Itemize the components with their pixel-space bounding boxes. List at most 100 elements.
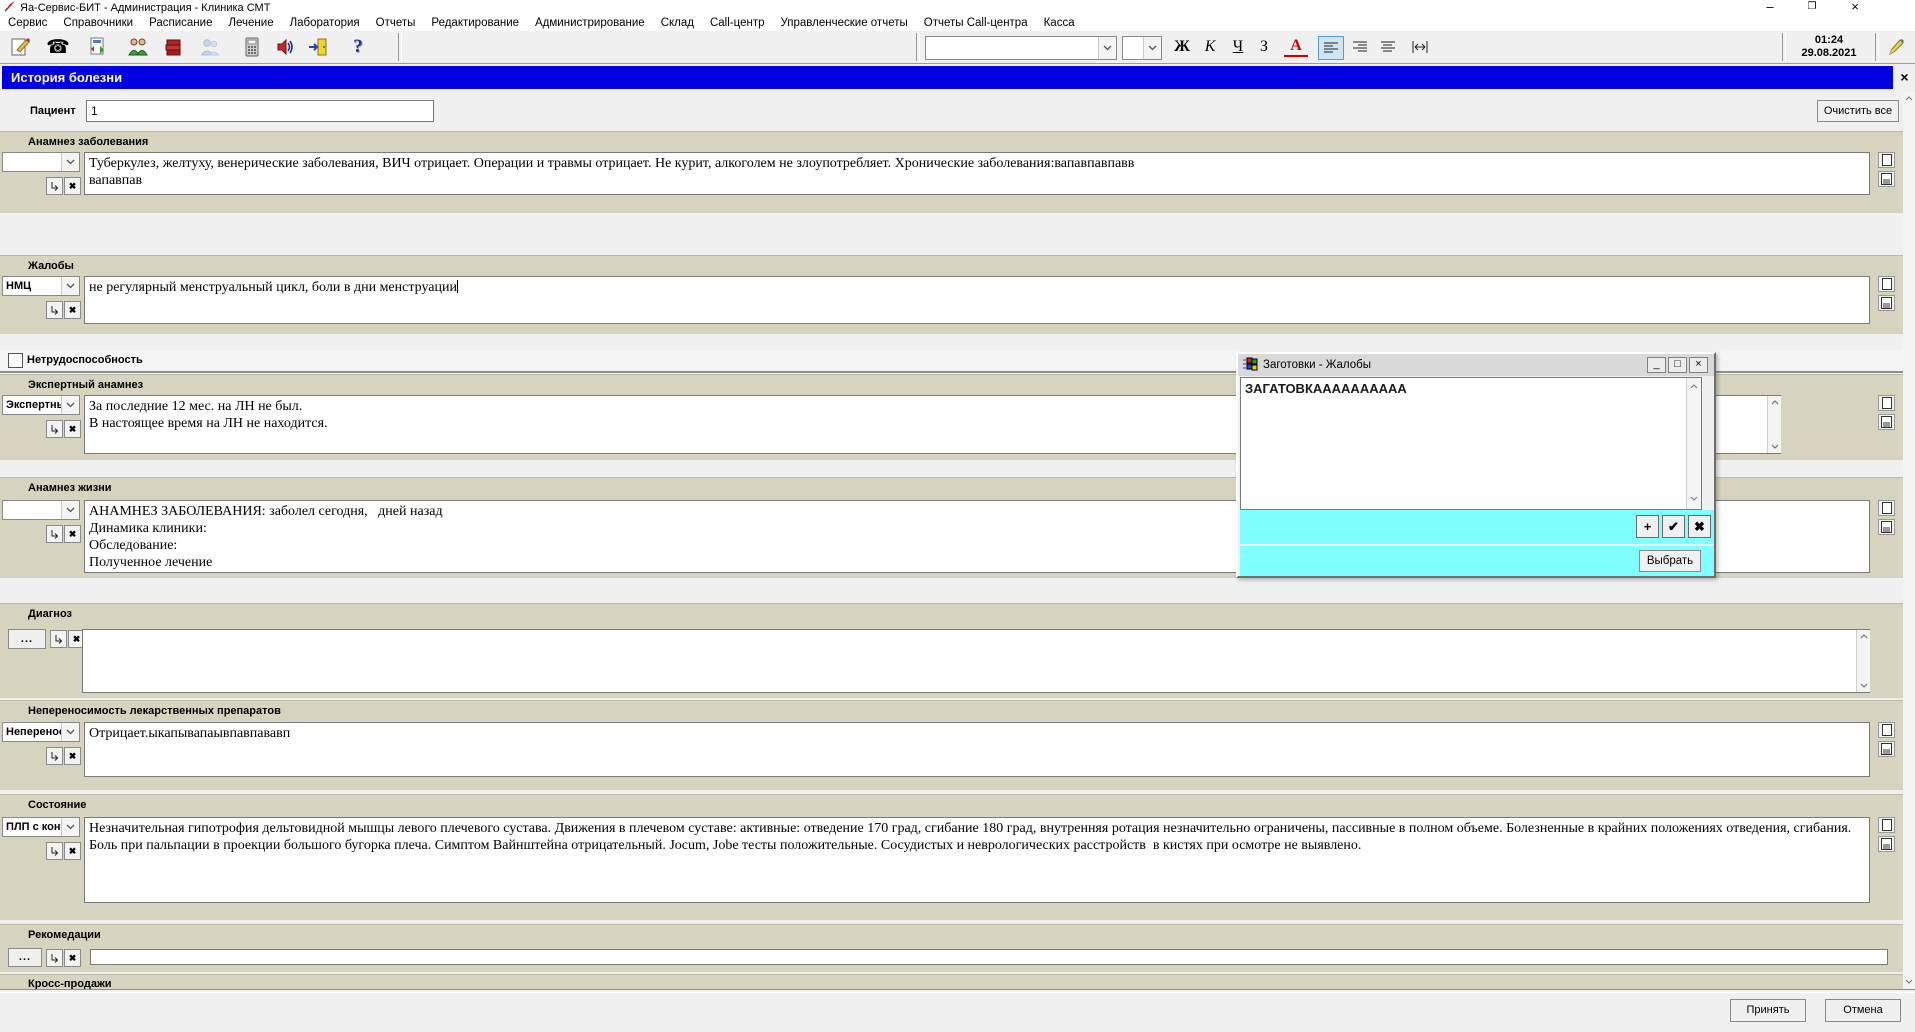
chevron-down-icon[interactable] xyxy=(61,153,79,171)
rekomendacii-input[interactable] xyxy=(90,949,1888,965)
menu-lechenie[interactable]: Лечение xyxy=(220,17,281,29)
menu-call-centr[interactable]: Call-центр xyxy=(702,17,773,29)
print-icon[interactable] xyxy=(1878,519,1895,535)
patients-icon[interactable] xyxy=(124,34,152,60)
menu-administrirovanie[interactable]: Администрирование xyxy=(527,17,653,29)
font-name-select[interactable] xyxy=(925,36,1117,60)
new-note-icon[interactable] xyxy=(6,34,34,60)
exit-icon[interactable] xyxy=(304,34,332,60)
menu-otchety[interactable]: Отчеты xyxy=(368,17,424,29)
select-template-button[interactable]: Выбрать xyxy=(1639,550,1701,572)
list-item[interactable]: ЗАГАТОВКАААААААААА xyxy=(1241,378,1701,399)
pick-template-icon[interactable] xyxy=(50,630,67,648)
align-left-button[interactable] xyxy=(1318,36,1344,60)
textarea-scrollbar[interactable] xyxy=(1767,396,1781,453)
dialog-maximize-button[interactable]: □ xyxy=(1668,357,1687,373)
fullscreen-edit-icon[interactable] xyxy=(1878,395,1895,411)
patient-input[interactable]: 1 xyxy=(86,100,434,122)
pick-template-icon[interactable] xyxy=(46,949,63,967)
calculator-icon[interactable] xyxy=(238,34,266,60)
fullscreen-edit-icon[interactable] xyxy=(1878,817,1895,833)
help-icon[interactable]: ? xyxy=(344,34,372,60)
menu-upravlencheskie-otchety[interactable]: Управленческие отчеты xyxy=(773,17,916,29)
zhaloby-combo[interactable]: НМЦ xyxy=(2,276,80,296)
pick-template-icon[interactable] xyxy=(46,747,63,765)
scroll-up-icon[interactable] xyxy=(1902,92,1915,105)
bold-button[interactable]: Ж xyxy=(1170,35,1194,59)
group-icon[interactable] xyxy=(196,34,224,60)
chevron-down-icon[interactable] xyxy=(1098,37,1116,59)
menu-sklad[interactable]: Склад xyxy=(653,17,702,29)
print-icon[interactable] xyxy=(1878,295,1895,311)
textarea-scrollbar[interactable] xyxy=(1856,630,1870,692)
anamnez-zabolevaniya-text[interactable]: Туберкулез, желтуху, венерические заболе… xyxy=(84,152,1870,195)
clear-field-icon[interactable]: ✖ xyxy=(64,177,81,195)
scroll-up-icon[interactable] xyxy=(1857,630,1870,643)
menu-otchety-call-centra[interactable]: Отчеты Call-центра xyxy=(916,17,1036,29)
chevron-down-icon[interactable] xyxy=(61,396,79,414)
phone-icon[interactable]: ☎ xyxy=(44,34,72,60)
clear-field-icon[interactable]: ✖ xyxy=(64,420,81,438)
edit-pencil-icon[interactable] xyxy=(1879,34,1911,60)
dialog-titlebar[interactable]: Заготовки - Жалобы _ □ × xyxy=(1238,354,1714,376)
window-close-button[interactable]: × xyxy=(1840,0,1870,15)
font-size-select[interactable] xyxy=(1122,36,1162,60)
clear-field-icon[interactable]: ✖ xyxy=(64,747,81,765)
menu-redaktirovanie[interactable]: Редактирование xyxy=(423,17,527,29)
clear-field-icon[interactable]: ✖ xyxy=(64,525,81,543)
italic-button[interactable]: К xyxy=(1198,35,1222,59)
rekomendacii-browse-button[interactable]: ... xyxy=(8,948,42,967)
chevron-down-icon[interactable] xyxy=(61,501,79,519)
confirm-template-button[interactable]: ✔ xyxy=(1662,515,1685,538)
clear-field-icon[interactable]: ✖ xyxy=(64,301,81,319)
zhaloby-text[interactable]: не регулярный менструальный цикл, боли в… xyxy=(84,276,1870,324)
scroll-down-icon[interactable] xyxy=(1687,492,1700,505)
form-vertical-scrollbar[interactable] xyxy=(1903,92,1915,988)
dialog-close-button[interactable]: × xyxy=(1689,357,1708,373)
clear-field-icon[interactable]: ✖ xyxy=(64,842,81,860)
menu-spravochniki[interactable]: Справочники xyxy=(55,17,141,29)
chevron-down-icon[interactable] xyxy=(1143,37,1161,59)
fullscreen-edit-icon[interactable] xyxy=(1878,722,1895,738)
netrudosposobnost-checkbox[interactable] xyxy=(8,353,23,368)
menu-servis[interactable]: Сервис xyxy=(0,17,55,29)
scroll-down-icon[interactable] xyxy=(1902,975,1915,988)
pick-template-icon[interactable] xyxy=(46,842,63,860)
neperenosimost-combo[interactable]: Непереносимо xyxy=(2,722,80,742)
red-book-icon[interactable] xyxy=(160,34,188,60)
chevron-down-icon[interactable] xyxy=(61,277,79,295)
scroll-down-icon[interactable] xyxy=(1857,679,1870,692)
diagnoz-browse-button[interactable]: ... xyxy=(8,629,46,649)
pane-close-button[interactable]: × xyxy=(1896,66,1913,89)
delete-template-button[interactable]: ✖ xyxy=(1688,515,1711,538)
add-template-button[interactable]: + xyxy=(1636,515,1659,538)
dialog-minimize-button[interactable]: _ xyxy=(1647,357,1666,373)
accept-button[interactable]: Принять xyxy=(1730,999,1806,1022)
scroll-down-icon[interactable] xyxy=(1768,440,1781,453)
strikethrough-button[interactable]: З xyxy=(1252,35,1276,59)
pick-template-icon[interactable] xyxy=(46,177,63,195)
sostoyanie-combo[interactable]: ПЛП с контрак xyxy=(2,817,80,837)
print-icon[interactable] xyxy=(1878,171,1895,187)
scroll-up-icon[interactable] xyxy=(1768,396,1781,409)
align-right-button[interactable] xyxy=(1376,36,1400,58)
menu-kassa[interactable]: Касса xyxy=(1036,17,1083,29)
sound-icon[interactable] xyxy=(272,34,300,60)
clear-all-button[interactable]: Очистить все xyxy=(1817,100,1899,122)
fullscreen-edit-icon[interactable] xyxy=(1878,152,1895,168)
template-list[interactable]: ЗАГАТОВКАААААААААА xyxy=(1240,377,1702,510)
diagnoz-text[interactable] xyxy=(82,629,1870,693)
scroll-up-icon[interactable] xyxy=(1687,380,1700,393)
underline-button[interactable]: Ч xyxy=(1226,35,1250,59)
pick-template-icon[interactable] xyxy=(46,301,63,319)
align-center-button[interactable] xyxy=(1348,36,1372,58)
print-icon[interactable] xyxy=(1878,741,1895,757)
sostoyanie-text[interactable]: Незначительная гипотрофия дельтовидной м… xyxy=(84,817,1870,903)
cash-journal-icon[interactable] xyxy=(84,34,112,60)
ekspertnyi-anamnez-combo[interactable]: Экспертный а xyxy=(2,395,80,415)
print-icon[interactable] xyxy=(1878,414,1895,430)
window-maximize-button[interactable]: ❐ xyxy=(1797,0,1827,15)
anamnez-zabolevaniya-combo[interactable] xyxy=(2,152,80,172)
clear-field-icon[interactable]: ✖ xyxy=(64,949,81,967)
menu-laboratoriya[interactable]: Лаборатория xyxy=(282,17,368,29)
